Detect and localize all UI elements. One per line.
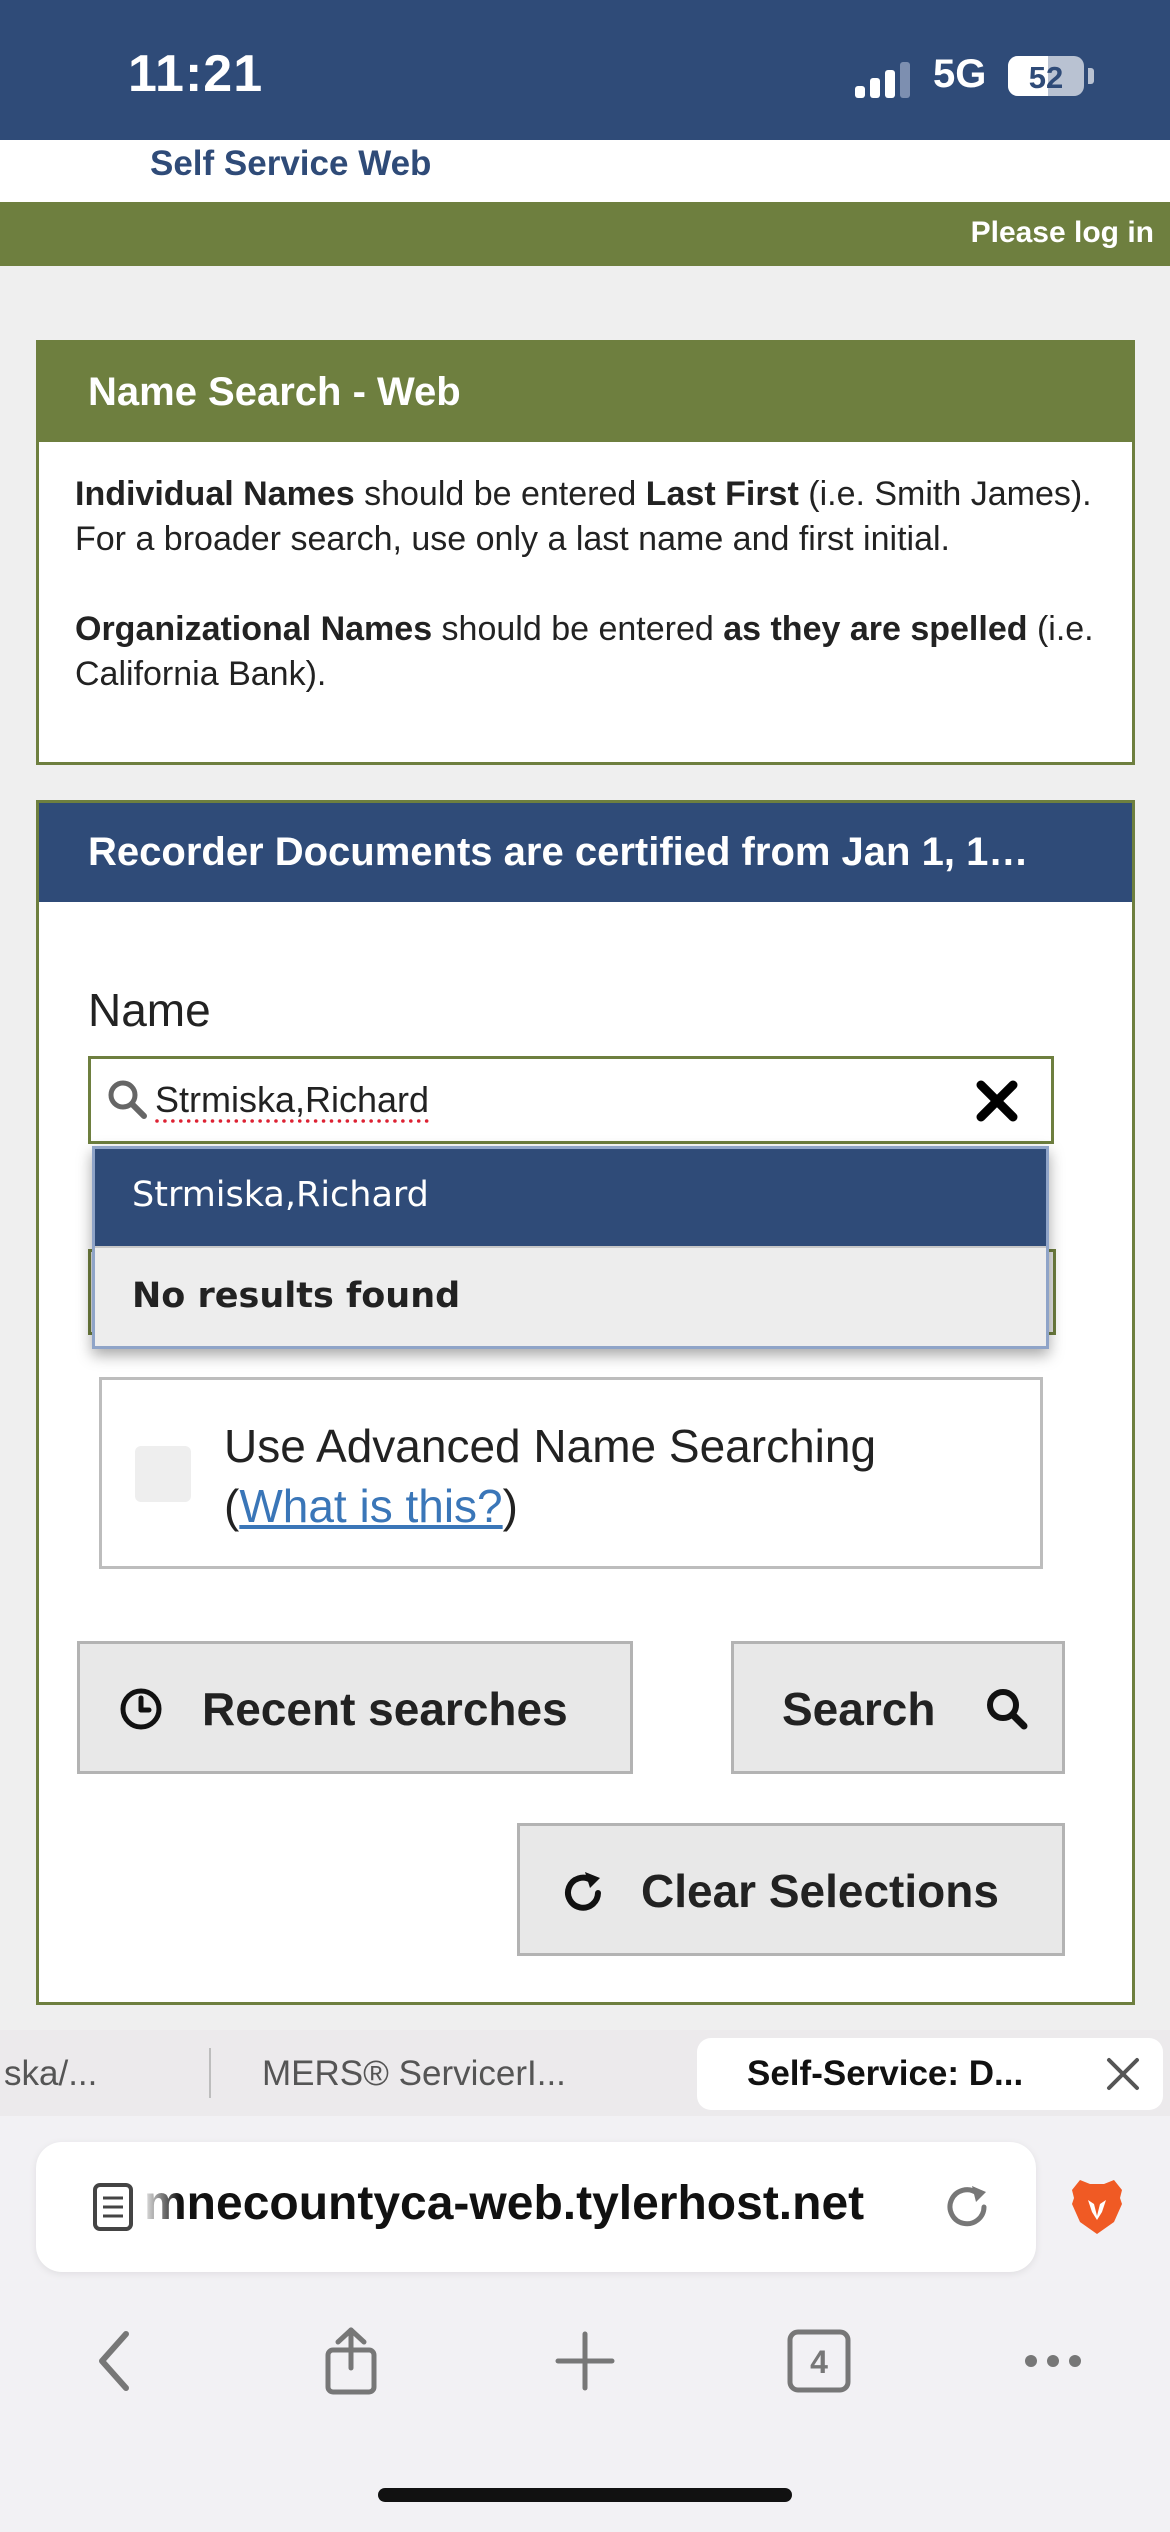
search-icon: [108, 1080, 147, 1119]
panel-title: Name Search - Web: [39, 343, 1132, 442]
tab-count: 4: [810, 2344, 828, 2380]
share-icon[interactable]: [316, 2326, 386, 2396]
name-search-info-panel: Name Search - Web Individual Names shoul…: [36, 340, 1135, 765]
signal-icon: [855, 58, 915, 98]
battery-tip: [1088, 68, 1094, 84]
search-label: Search: [782, 1683, 936, 1735]
active-tab-title: Self-Service: D...: [747, 2054, 1024, 2093]
recent-searches-label: Recent searches: [202, 1683, 568, 1735]
hint-bold-text: Organizational Names: [75, 610, 433, 648]
name-label: Name: [88, 984, 211, 1036]
address-bar[interactable]: mnecountyca-web.tylerhost.net: [36, 2142, 1036, 2272]
chevron-left-icon[interactable]: [82, 2326, 152, 2396]
organizational-names-hint: Organizational Names should be entered a…: [75, 607, 1096, 697]
more-icon[interactable]: [1018, 2326, 1088, 2396]
brave-lion-icon[interactable]: [1068, 2176, 1126, 2238]
no-results-message: No results found: [95, 1246, 1046, 1346]
what-is-this-link[interactable]: What is this?: [239, 1480, 502, 1532]
search-icon: [987, 1689, 1028, 1730]
advanced-search-checkbox[interactable]: [135, 1446, 191, 1502]
clear-selections-button[interactable]: Clear Selections: [517, 1823, 1065, 1956]
site-title[interactable]: Self Service Web: [150, 144, 431, 184]
paren: (: [224, 1480, 240, 1532]
advanced-search-box: Use Advanced Name Searching (What is this…: [99, 1377, 1043, 1569]
hint-text: should be entered: [432, 610, 724, 648]
reload-icon[interactable]: [940, 2180, 994, 2234]
site-header: Self Service Web: [0, 140, 1170, 202]
name-input[interactable]: Strmiska,Richard: [88, 1056, 1054, 1144]
individual-names-hint: Individual Names should be entered Last …: [75, 472, 1096, 562]
network-type: 5G: [933, 52, 987, 96]
browser-tab-active[interactable]: Self-Service: D...: [697, 2038, 1163, 2110]
certification-banner: Recorder Documents are certified from Ja…: [39, 803, 1132, 902]
panel-body: Individual Names should be entered Last …: [39, 442, 1132, 697]
battery-level: 52: [1028, 60, 1064, 95]
name-input-value[interactable]: Strmiska,Richard: [155, 1079, 429, 1121]
advanced-search-label: Use Advanced Name Searching (What is this…: [224, 1416, 876, 1536]
battery-icon: 52: [1008, 56, 1084, 96]
home-indicator: [378, 2488, 792, 2502]
hint-bold-text: Individual Names: [75, 475, 355, 513]
login-bar: Please log in: [0, 202, 1170, 266]
recent-searches-button[interactable]: Recent searches: [77, 1641, 633, 1774]
clear-selections-label: Clear Selections: [641, 1865, 999, 1917]
tab-divider: [209, 2048, 211, 2098]
autocomplete-suggestion[interactable]: Strmiska,Richard: [95, 1149, 1046, 1246]
url-fade: [140, 2172, 180, 2242]
status-bar: 11:21 5G 52: [0, 0, 1170, 140]
search-button[interactable]: Search: [731, 1641, 1065, 1774]
close-icon[interactable]: [973, 1077, 1021, 1125]
page-icon[interactable]: [92, 2182, 134, 2232]
tabs-icon[interactable]: 4: [784, 2326, 854, 2396]
url-text[interactable]: mnecountyca-web.tylerhost.net: [144, 2176, 864, 2231]
status-time: 11:21: [128, 45, 264, 103]
close-tab-icon[interactable]: [1103, 2054, 1143, 2094]
hint-bold-text: as they are spelled: [723, 610, 1028, 648]
browser-tab-strip: ska/... MERS® ServicerI... Self-Service:…: [0, 2030, 1170, 2116]
search-panel: Recorder Documents are certified from Ja…: [36, 800, 1135, 2005]
autocomplete-dropdown: Strmiska,Richard No results found: [92, 1146, 1049, 1349]
advanced-search-text: Use Advanced Name Searching: [224, 1420, 877, 1472]
login-link[interactable]: Please log in: [971, 216, 1154, 250]
paren: ): [502, 1480, 518, 1532]
refresh-icon: [565, 1872, 601, 1911]
hint-bold-text: Last First: [645, 475, 799, 513]
clock-icon: [120, 1688, 162, 1730]
hint-text: should be entered: [354, 475, 646, 513]
browser-tab[interactable]: ska/...: [0, 2030, 210, 2116]
browser-tab[interactable]: MERS® ServicerI...: [262, 2030, 662, 2116]
plus-icon[interactable]: [550, 2326, 620, 2396]
